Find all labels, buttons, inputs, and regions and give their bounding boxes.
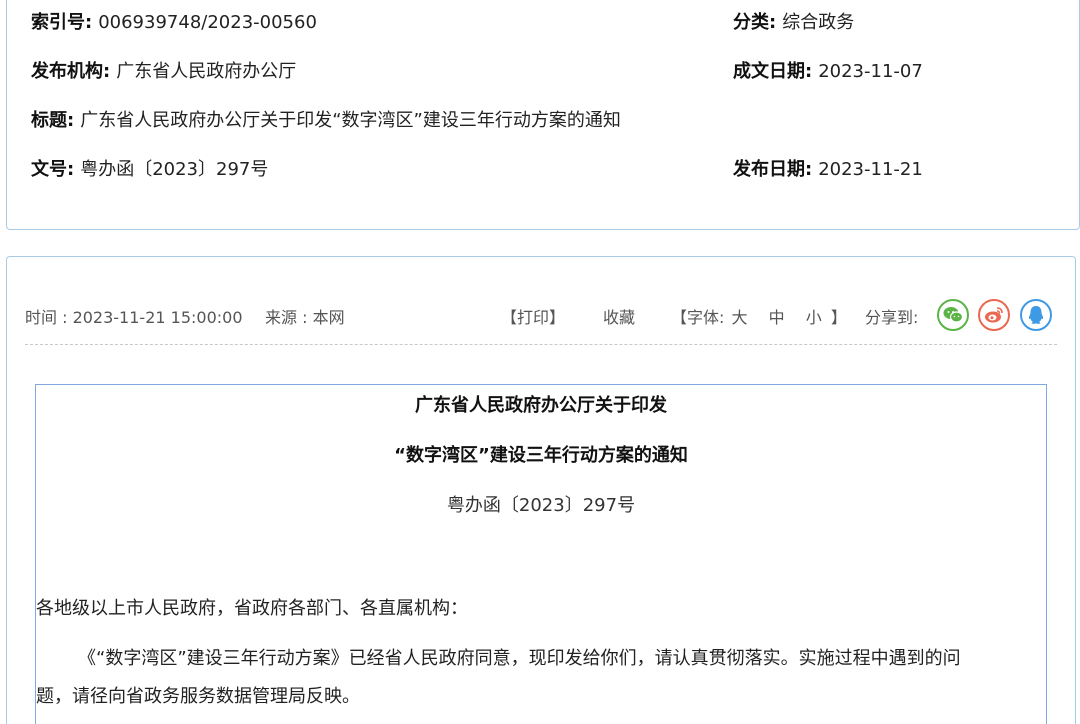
- article-content: 广东省人民政府办公厅关于印发 “数字湾区”建设三年行动方案的通知 粤办函〔202…: [35, 384, 1047, 724]
- article-title-line2: “数字湾区”建设三年行动方案的通知: [394, 445, 688, 466]
- meta-title-value: 广东省人民政府办公厅关于印发“数字湾区”建设三年行动方案的通知: [80, 110, 621, 131]
- article-panel: 时间 : 2023-11-21 15:00:00 来源 : 本网 【打印】 收藏…: [6, 256, 1076, 724]
- meta-category-value: 综合政务: [782, 12, 855, 33]
- meta-written-date: 成文日期: 2023-11-07: [733, 60, 923, 84]
- print-button[interactable]: 【打印】: [501, 307, 565, 329]
- favorite-button[interactable]: 收藏: [603, 307, 635, 329]
- meta-publisher: 发布机构: 广东省人民政府办公厅: [31, 60, 296, 84]
- source-text: 来源 : 本网: [265, 308, 345, 327]
- meta-publish-date: 发布日期: 2023-11-21: [733, 158, 923, 182]
- meta-title-label: 标题:: [31, 110, 75, 131]
- meta-written-date-value: 2023-11-07: [818, 61, 923, 82]
- font-size-suffix: 】: [830, 308, 847, 327]
- meta-doc-number-label: 文号:: [31, 159, 75, 180]
- article-title-line1: 广东省人民政府办公厅关于印发: [415, 395, 667, 416]
- meta-publish-date-value: 2023-11-21: [818, 159, 923, 180]
- meta-title: 标题: 广东省人民政府办公厅关于印发“数字湾区”建设三年行动方案的通知: [31, 109, 621, 133]
- article-doc-number: 粤办函〔2023〕297号: [446, 495, 636, 516]
- font-size-control: 【字体: 大 中 小 】: [671, 307, 847, 329]
- meta-publisher-value: 广东省人民政府办公厅: [116, 61, 297, 82]
- article-body-line1: 《“数字湾区”建设三年行动方案》已经省人民政府同意，现印发给你们，请认真贯彻落实…: [78, 648, 961, 669]
- font-large-button[interactable]: 大: [732, 308, 748, 327]
- font-small-button[interactable]: 小: [806, 308, 822, 327]
- meta-doc-number-value: 粤办函〔2023〕297号: [80, 159, 269, 180]
- article-toolbar: 时间 : 2023-11-21 15:00:00 来源 : 本网 【打印】 收藏…: [25, 295, 1057, 345]
- meta-category: 分类: 综合政务: [733, 11, 854, 35]
- meta-publisher-label: 发布机构:: [31, 61, 111, 82]
- article-body-line2: 题，请径向省政务服务数据管理局反映。: [36, 686, 360, 707]
- meta-index: 索引号: 006939748/2023-00560: [31, 11, 317, 35]
- qq-icon[interactable]: [1020, 299, 1052, 331]
- document-meta-panel: 索引号: 006939748/2023-00560 分类: 综合政务 发布机构: 广东…: [6, 0, 1080, 230]
- share-label: 分享到:: [865, 308, 919, 327]
- meta-doc-number: 文号: 粤办函〔2023〕297号: [31, 158, 268, 182]
- publish-time: 时间 : 2023-11-21 15:00:00: [25, 308, 243, 327]
- weibo-icon[interactable]: [978, 299, 1010, 331]
- meta-category-label: 分类:: [733, 12, 777, 33]
- article-salutation: 各地级以上市人民政府，省政府各部门、各直属机构：: [36, 598, 468, 619]
- meta-written-date-label: 成文日期:: [733, 61, 813, 82]
- font-medium-button[interactable]: 中: [769, 308, 785, 327]
- wechat-icon[interactable]: [937, 299, 969, 331]
- font-size-prefix: 【字体:: [671, 308, 725, 327]
- meta-index-label: 索引号:: [31, 12, 93, 33]
- meta-publish-date-label: 发布日期:: [733, 159, 813, 180]
- meta-index-value: 006939748/2023-00560: [98, 12, 317, 33]
